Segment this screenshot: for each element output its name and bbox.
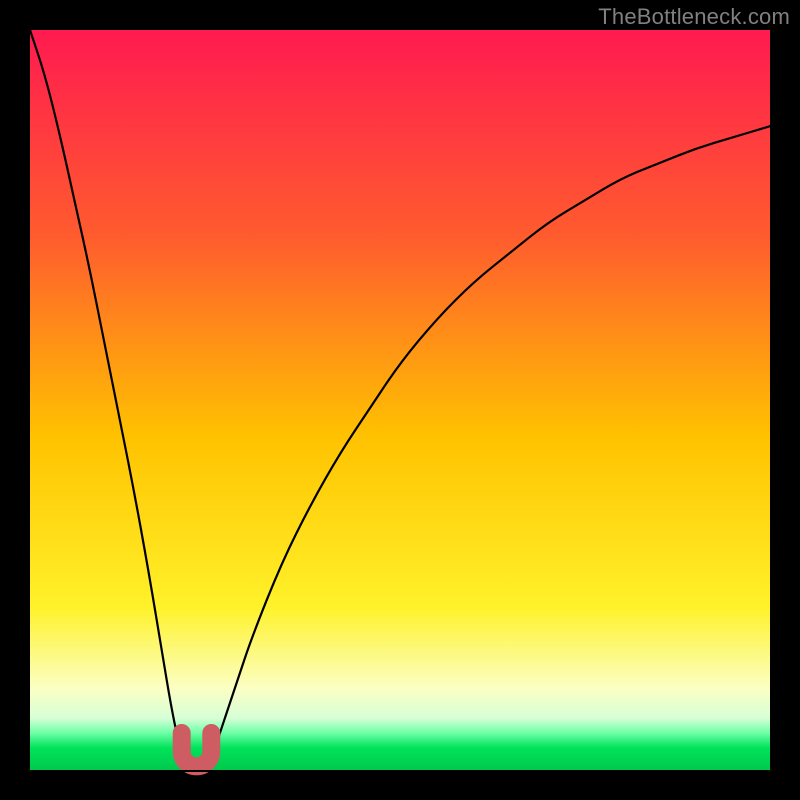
watermark-text: TheBottleneck.com [598, 4, 790, 30]
gradient-background [30, 30, 770, 770]
chart-frame: TheBottleneck.com [0, 0, 800, 800]
chart-canvas [0, 0, 800, 800]
